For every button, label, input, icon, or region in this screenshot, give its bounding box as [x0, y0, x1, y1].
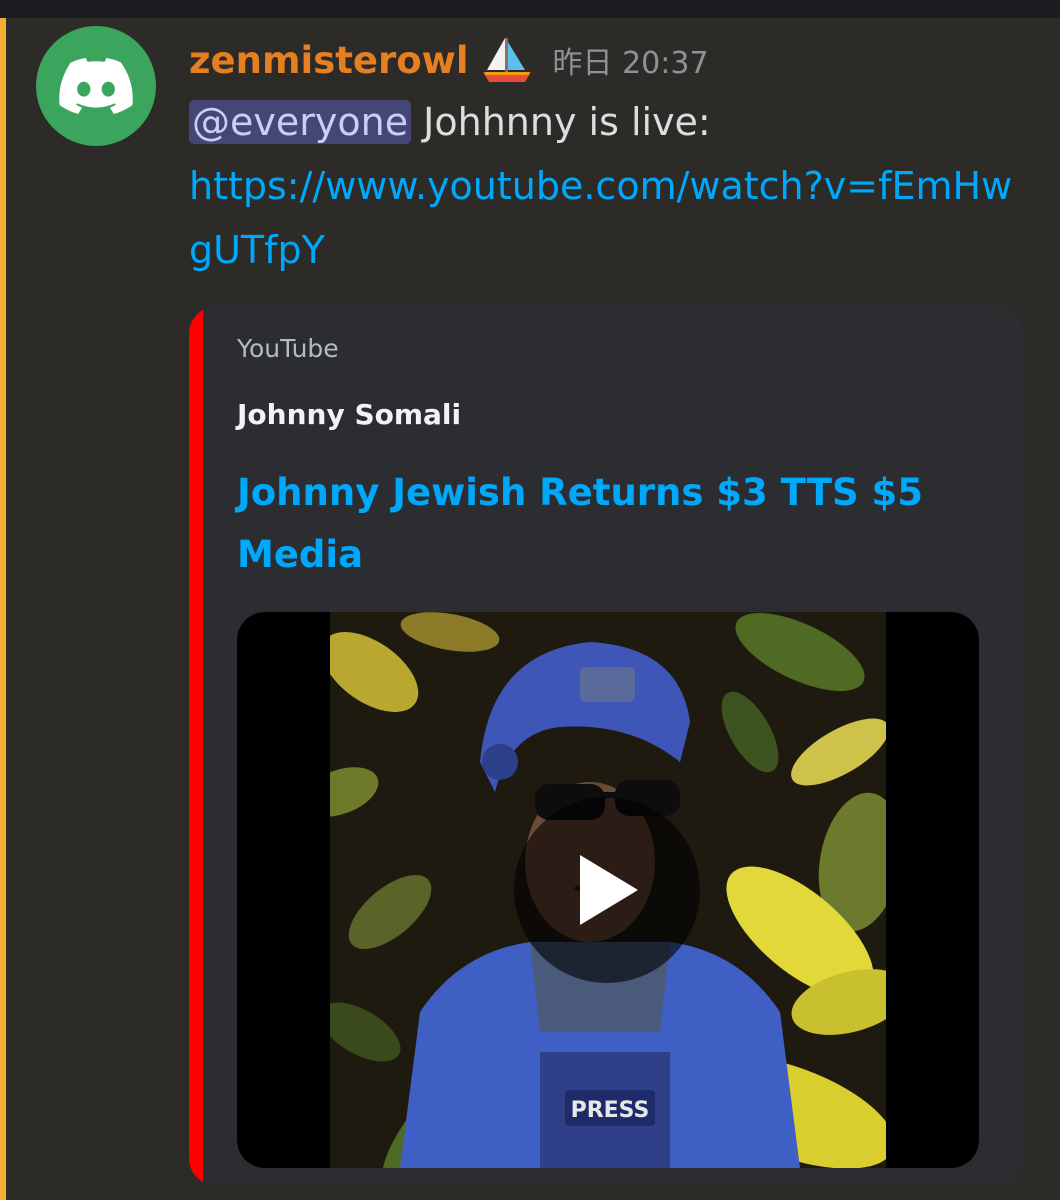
embed-provider[interactable]: YouTube	[237, 334, 339, 363]
thumbnail-press-label: PRESS	[571, 1098, 650, 1123]
youtube-embed: YouTube Johnny Somali Johnny Jewish Retu…	[189, 306, 1023, 1186]
discord-logo-icon	[59, 58, 133, 114]
embed-title[interactable]: Johnny Jewish Returns $3 TTS $5 Media	[237, 462, 977, 586]
avatar[interactable]	[36, 26, 156, 146]
play-button[interactable]	[514, 797, 700, 983]
play-icon	[580, 855, 638, 925]
chat-message: zenmisterowl 昨日 20:37 @everyone Johhnny …	[6, 18, 1060, 1200]
timestamp: 昨日 20:37	[552, 46, 709, 81]
message-content: @everyone Johhnny is live: https://www.y…	[189, 90, 1029, 282]
message-header: zenmisterowl 昨日 20:37	[189, 38, 709, 82]
everyone-mention[interactable]: @everyone	[189, 100, 412, 144]
embed-author[interactable]: Johnny Somali	[237, 398, 461, 431]
youtube-link[interactable]: https://www.youtube.com/watch?v=fEmHwgUT…	[189, 154, 1029, 282]
sailboat-icon	[482, 38, 531, 82]
top-strip	[0, 0, 1060, 18]
message-text: Johhnny is live:	[411, 100, 711, 144]
username[interactable]: zenmisterowl	[189, 39, 469, 82]
video-player[interactable]: PRESS	[237, 612, 979, 1168]
embed-accent-bar	[189, 306, 203, 1186]
